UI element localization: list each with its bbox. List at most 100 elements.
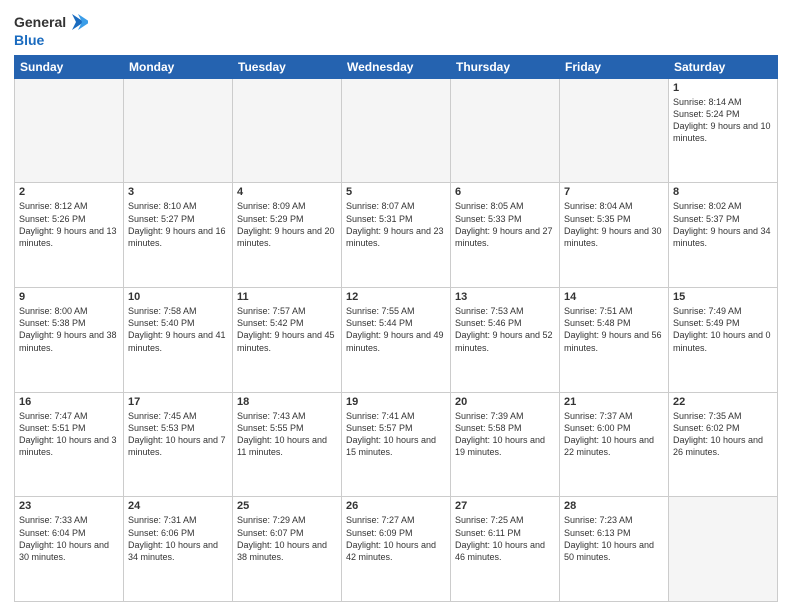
calendar-cell: 7Sunrise: 8:04 AM Sunset: 5:35 PM Daylig… [560, 183, 669, 288]
logo-blue: Blue [14, 32, 88, 49]
calendar-cell: 15 Sunrise: 7:49 AM Sunset: 5:49 PM Dayli… [669, 288, 778, 393]
day-number: 17 [128, 396, 228, 408]
day-number: 28 [564, 500, 664, 512]
day-info: Sunrise: 8:14 AM Sunset: 5:24 PM Dayligh… [673, 96, 773, 145]
day-info: Sunrise: 7:35 AM Sunset: 6:02 PM Dayligh… [673, 410, 773, 459]
day-info: Sunrise: 7:49 AM Sunset: 5:49 PM Dayligh… [673, 305, 773, 354]
weekday-header: Thursday [451, 55, 560, 78]
calendar-cell: 3Sunrise: 8:10 AM Sunset: 5:27 PM Daylig… [124, 183, 233, 288]
day-info: Sunrise: 7:41 AM Sunset: 5:57 PM Dayligh… [346, 410, 446, 459]
calendar-cell: 28 Sunrise: 7:23 AM Sunset: 6:13 PM Dayli… [560, 497, 669, 602]
day-info: Sunrise: 8:09 AM Sunset: 5:29 PM Dayligh… [237, 200, 337, 249]
calendar-cell: 14 Sunrise: 7:51 AM Sunset: 5:48 PM Dayli… [560, 288, 669, 393]
day-info: Sunrise: 7:43 AM Sunset: 5:55 PM Dayligh… [237, 410, 337, 459]
day-info: Sunrise: 8:12 AM Sunset: 5:26 PM Dayligh… [19, 200, 119, 249]
calendar-cell: 20 Sunrise: 7:39 AM Sunset: 5:58 PM Dayli… [451, 392, 560, 497]
day-number: 26 [346, 500, 446, 512]
weekday-header: Sunday [15, 55, 124, 78]
day-info: Sunrise: 7:58 AM Sunset: 5:40 PM Dayligh… [128, 305, 228, 354]
weekday-header: Tuesday [233, 55, 342, 78]
weekday-header: Friday [560, 55, 669, 78]
page: General Blue SundayMondayTuesdayWednesda… [0, 0, 792, 612]
calendar-cell [560, 78, 669, 183]
calendar-cell: 26 Sunrise: 7:27 AM Sunset: 6:09 PM Dayli… [342, 497, 451, 602]
weekday-header: Saturday [669, 55, 778, 78]
day-number: 27 [455, 500, 555, 512]
day-info: Sunrise: 7:51 AM Sunset: 5:48 PM Dayligh… [564, 305, 664, 354]
calendar-cell: 8 Sunrise: 8:02 AM Sunset: 5:37 PM Daylig… [669, 183, 778, 288]
day-info: Sunrise: 8:07 AM Sunset: 5:31 PM Dayligh… [346, 200, 446, 249]
calendar-cell: 21 Sunrise: 7:37 AM Sunset: 6:00 PM Dayli… [560, 392, 669, 497]
calendar-cell: 13 Sunrise: 7:53 AM Sunset: 5:46 PM Dayli… [451, 288, 560, 393]
weekday-header: Monday [124, 55, 233, 78]
day-number: 22 [673, 396, 773, 408]
day-info: Sunrise: 7:29 AM Sunset: 6:07 PM Dayligh… [237, 514, 337, 563]
calendar-cell: 5 Sunrise: 8:07 AM Sunset: 5:31 PM Daylig… [342, 183, 451, 288]
day-number: 15 [673, 291, 773, 303]
day-number: 24 [128, 500, 228, 512]
day-number: 7 [564, 186, 664, 198]
day-info: Sunrise: 7:23 AM Sunset: 6:13 PM Dayligh… [564, 514, 664, 563]
calendar-cell [15, 78, 124, 183]
day-info: Sunrise: 7:39 AM Sunset: 5:58 PM Dayligh… [455, 410, 555, 459]
calendar-cell: 4 Sunrise: 8:09 AM Sunset: 5:29 PM Daylig… [233, 183, 342, 288]
day-number: 20 [455, 396, 555, 408]
day-info: Sunrise: 8:10 AM Sunset: 5:27 PM Dayligh… [128, 200, 228, 249]
logo-general: General [14, 14, 66, 31]
day-info: Sunrise: 7:53 AM Sunset: 5:46 PM Dayligh… [455, 305, 555, 354]
calendar-cell: 2 Sunrise: 8:12 AM Sunset: 5:26 PM Daylig… [15, 183, 124, 288]
calendar-cell: 19 Sunrise: 7:41 AM Sunset: 5:57 PM Dayli… [342, 392, 451, 497]
weekday-header: Wednesday [342, 55, 451, 78]
calendar-cell: 18 Sunrise: 7:43 AM Sunset: 5:55 PM Dayli… [233, 392, 342, 497]
calendar-cell: 12 Sunrise: 7:55 AM Sunset: 5:44 PM Dayli… [342, 288, 451, 393]
day-number: 9 [19, 291, 119, 303]
day-info: Sunrise: 7:27 AM Sunset: 6:09 PM Dayligh… [346, 514, 446, 563]
day-number: 19 [346, 396, 446, 408]
day-info: Sunrise: 8:02 AM Sunset: 5:37 PM Dayligh… [673, 200, 773, 249]
calendar-cell: 16 Sunrise: 7:47 AM Sunset: 5:51 PM Dayli… [15, 392, 124, 497]
logo: General Blue [14, 12, 88, 49]
day-number: 13 [455, 291, 555, 303]
calendar-cell: 17 Sunrise: 7:45 AM Sunset: 5:53 PM Dayli… [124, 392, 233, 497]
day-number: 10 [128, 291, 228, 303]
day-info: Sunrise: 7:33 AM Sunset: 6:04 PM Dayligh… [19, 514, 119, 563]
day-info: Sunrise: 7:47 AM Sunset: 5:51 PM Dayligh… [19, 410, 119, 459]
calendar-cell: 27 Sunrise: 7:25 AM Sunset: 6:11 PM Dayli… [451, 497, 560, 602]
logo-arrow-icon [68, 12, 88, 32]
day-number: 16 [19, 396, 119, 408]
day-number: 5 [346, 186, 446, 198]
day-number: 6 [455, 186, 555, 198]
calendar-cell [124, 78, 233, 183]
calendar-cell: 9 Sunrise: 8:00 AM Sunset: 5:38 PM Daylig… [15, 288, 124, 393]
calendar-cell: 23 Sunrise: 7:33 AM Sunset: 6:04 PM Dayli… [15, 497, 124, 602]
day-info: Sunrise: 7:57 AM Sunset: 5:42 PM Dayligh… [237, 305, 337, 354]
calendar-cell [342, 78, 451, 183]
day-info: Sunrise: 7:37 AM Sunset: 6:00 PM Dayligh… [564, 410, 664, 459]
day-info: Sunrise: 7:25 AM Sunset: 6:11 PM Dayligh… [455, 514, 555, 563]
day-number: 18 [237, 396, 337, 408]
calendar-cell: 25 Sunrise: 7:29 AM Sunset: 6:07 PM Dayli… [233, 497, 342, 602]
day-number: 14 [564, 291, 664, 303]
calendar-table: SundayMondayTuesdayWednesdayThursdayFrid… [14, 55, 778, 602]
calendar-cell: 24 Sunrise: 7:31 AM Sunset: 6:06 PM Dayli… [124, 497, 233, 602]
day-info: Sunrise: 7:55 AM Sunset: 5:44 PM Dayligh… [346, 305, 446, 354]
day-number: 12 [346, 291, 446, 303]
calendar-cell [451, 78, 560, 183]
day-info: Sunrise: 7:45 AM Sunset: 5:53 PM Dayligh… [128, 410, 228, 459]
day-info: Sunrise: 8:00 AM Sunset: 5:38 PM Dayligh… [19, 305, 119, 354]
day-number: 21 [564, 396, 664, 408]
day-number: 4 [237, 186, 337, 198]
day-number: 8 [673, 186, 773, 198]
calendar-cell [669, 497, 778, 602]
day-number: 23 [19, 500, 119, 512]
day-number: 2 [19, 186, 119, 198]
day-number: 25 [237, 500, 337, 512]
calendar-cell: 11 Sunrise: 7:57 AM Sunset: 5:42 PM Dayli… [233, 288, 342, 393]
day-info: Sunrise: 8:05 AM Sunset: 5:33 PM Dayligh… [455, 200, 555, 249]
calendar-cell: 1 Sunrise: 8:14 AM Sunset: 5:24 PM Daylig… [669, 78, 778, 183]
calendar-cell: 22 Sunrise: 7:35 AM Sunset: 6:02 PM Dayli… [669, 392, 778, 497]
day-info: Sunrise: 7:31 AM Sunset: 6:06 PM Dayligh… [128, 514, 228, 563]
calendar-cell [233, 78, 342, 183]
day-number: 11 [237, 291, 337, 303]
day-number: 1 [673, 82, 773, 94]
